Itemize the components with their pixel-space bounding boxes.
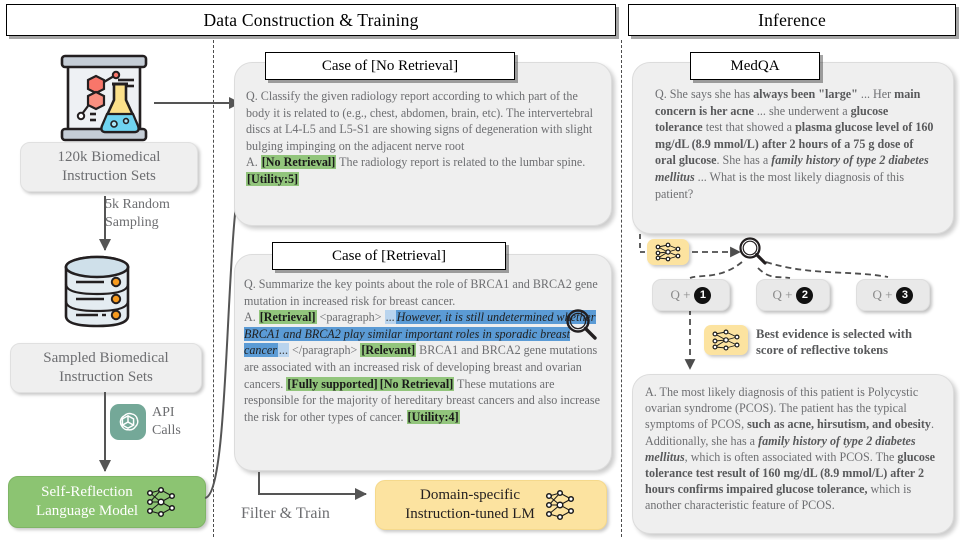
case-no-retrieval-label: Case of [No Retrieval] — [265, 52, 515, 80]
dataset-line-2: Instruction Sets — [62, 168, 156, 184]
answer-segment-1: such as acne, hirsutism, and obesity — [747, 417, 931, 432]
best-evidence-note-line-2: score of reflective tokens — [756, 343, 889, 357]
candidate-q-plus-2[interactable]: Q + 2 — [756, 279, 830, 311]
candidate-2-number: 2 — [796, 286, 814, 304]
diagram-root: Data Construction & Training Inference 1… — [0, 0, 960, 540]
token-no-retrieval-2: [No Retrieval] — [378, 376, 455, 391]
sampling-label: 5k Random Sampling — [105, 196, 205, 232]
answer-segment-4: , which is often associated with PCOS. T… — [684, 449, 898, 464]
medqa-question-segment-0: Q. She says she has — [655, 87, 754, 101]
medqa-question-segment-2: ... Her — [857, 87, 895, 101]
token-network-glyph-2 — [712, 329, 740, 351]
medqa-label: MedQA — [690, 52, 820, 80]
api-calls-line-1: API — [152, 405, 175, 420]
no-retrieval-answer-prefix: A. — [246, 155, 261, 170]
sampled-line-2: Instruction Sets — [59, 369, 153, 385]
medqa-question-segment-8: . She has a — [716, 153, 772, 168]
token-network-glyph-1 — [655, 242, 681, 262]
reflective-token-icon-1 — [647, 239, 689, 265]
case-retrieval-label-text: Case of [Retrieval] — [331, 247, 447, 264]
sampling-label-line-1: 5k Random — [105, 197, 170, 212]
divider-left-column — [213, 40, 214, 537]
domain-specific-lm-box: Domain-specific Instruction-tuned LM — [375, 480, 607, 530]
medqa-label-text: MedQA — [730, 57, 780, 74]
output-line-2: Instruction-tuned LM — [405, 506, 535, 522]
case-no-retrieval-body: Q. Classify the given radiology report a… — [246, 88, 598, 188]
candidate-3-prefix: Q + — [872, 287, 893, 302]
filter-train-label-text: Filter & Train — [241, 505, 330, 522]
model-line-2: Language Model — [35, 503, 139, 519]
token-fully-supported: [Fully supported] — [286, 376, 379, 391]
section-header-right-label: Inference — [758, 9, 826, 30]
case-retrieval-body: Q. Summarize the key points about the ro… — [244, 276, 600, 425]
no-retrieval-question: Q. Classify the given radiology report a… — [246, 89, 594, 153]
output-line-1: Domain-specific — [420, 487, 520, 503]
section-header-inference: Inference — [628, 4, 956, 36]
dataset-box-120k: 120k Biomedical Instruction Sets — [20, 142, 198, 192]
neural-network-icon-output — [545, 489, 574, 521]
candidate-2-prefix: Q + — [772, 287, 793, 302]
paragraph-open-tag: <paragraph> — [316, 310, 385, 325]
filter-train-label: Filter & Train — [241, 505, 361, 523]
case-retrieval-label: Case of [Retrieval] — [272, 242, 506, 270]
token-relevant: [Relevant] — [360, 343, 417, 358]
self-reflection-model-box: Self-Reflection Language Model — [8, 476, 206, 528]
candidate-1-number: 1 — [694, 286, 712, 304]
no-retrieval-answer-text: The radiology report is related to the l… — [336, 155, 586, 170]
token-retrieval: [Retrieval] — [258, 310, 317, 325]
model-line-1: Self-Reflection — [41, 484, 133, 500]
best-evidence-note-line-1: Best evidence is selected with — [756, 327, 912, 341]
answer-text: A. The most likely diagnosis of this pat… — [645, 384, 941, 514]
dataset-box-sampled: Sampled Biomedical Instruction Sets — [10, 343, 202, 393]
reflective-token-icon-2 — [704, 325, 748, 355]
sampling-label-line-2: Sampling — [105, 215, 159, 230]
paragraph-close-tag: </paragraph> — [288, 343, 361, 358]
candidate-3-number: 3 — [896, 286, 914, 304]
retrieval-answer-prefix: A. — [244, 310, 259, 325]
neural-network-icon — [146, 486, 176, 518]
candidate-1-prefix: Q + — [670, 287, 691, 302]
token-utility-5: [Utility:5] — [246, 171, 300, 186]
api-calls-label: API Calls — [152, 404, 212, 440]
best-evidence-note: Best evidence is selected with score of … — [756, 326, 956, 358]
medqa-question-text: Q. She says she has always been "large" … — [655, 86, 937, 202]
case-no-retrieval-label-text: Case of [No Retrieval] — [321, 57, 459, 74]
dataset-line-1: 120k Biomedical — [57, 149, 161, 165]
medqa-question-segment-6: test that showed a — [702, 120, 796, 135]
sampled-line-1: Sampled Biomedical — [43, 350, 169, 366]
medqa-question-segment-1: always been "large" — [753, 87, 858, 101]
section-header-data-construction: Data Construction & Training — [6, 4, 616, 36]
token-no-retrieval: [No Retrieval] — [260, 155, 337, 170]
api-calls-line-2: Calls — [152, 423, 181, 438]
medqa-question-segment-4: ... she underwent a — [753, 103, 851, 118]
token-utility-4: [Utility:4] — [406, 409, 460, 424]
candidate-q-plus-3[interactable]: Q + 3 — [856, 279, 930, 311]
candidate-q-plus-1[interactable]: Q + 1 — [652, 279, 730, 311]
divider-sections — [621, 40, 622, 537]
section-header-left-label: Data Construction & Training — [203, 9, 419, 30]
retrieval-question: Q. Summarize the key points about the ro… — [244, 277, 598, 308]
passage-ellipsis-start: ... — [384, 310, 396, 325]
passage-ellipsis-end: ... — [277, 343, 289, 358]
